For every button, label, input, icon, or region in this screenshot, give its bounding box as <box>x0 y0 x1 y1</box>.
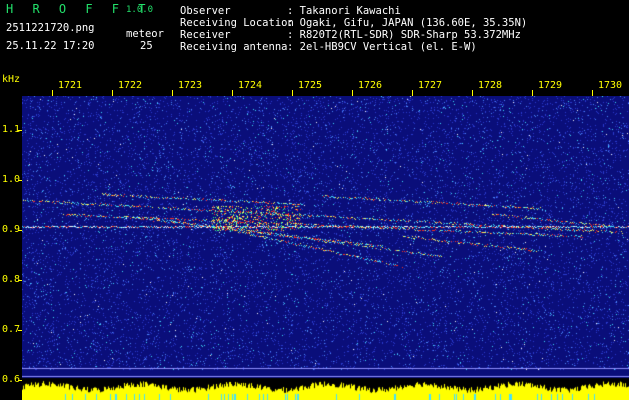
field-value-observer: : Takanori Kawachi <box>287 5 401 17</box>
time-tick-label: 1721 <box>58 80 83 91</box>
time-tick-label: 1726 <box>358 80 383 91</box>
field-label-location: Receiving Location <box>180 17 294 29</box>
axis-unit: kHz <box>2 74 21 85</box>
time-tick-label: 1723 <box>178 80 203 91</box>
time-tick-label: 1729 <box>538 80 563 91</box>
date-time: 25.11.22 17:20 <box>6 40 95 52</box>
meteor-count: 25 <box>140 40 153 52</box>
time-tick-label: 1725 <box>298 80 323 91</box>
spectrogram-canvas <box>22 96 629 400</box>
time-tick-label: 1730 <box>598 80 623 91</box>
time-axis: 1721 1722 1723 1724 1725 1726 1727 1728 … <box>22 72 629 96</box>
time-tick-label: 1728 <box>478 80 503 91</box>
field-label-observer: Observer <box>180 5 231 17</box>
meteor-label: meteor <box>126 28 164 40</box>
file-name: 2511221720.png <box>6 22 95 34</box>
time-tick-label: 1727 <box>418 80 443 91</box>
field-label-receiver: Receiver <box>180 29 231 41</box>
app-version: 1.0.0 <box>126 5 154 15</box>
field-label-antenna: Receiving antenna <box>180 41 288 53</box>
field-value-receiver: : R820T2(RTL-SDR) SDR-Sharp 53.372MHz <box>287 29 521 41</box>
field-value-antenna: : 2el-HB9CV Vertical (el. E-W) <box>287 41 477 53</box>
frequency-axis: kHz 1.1 1.0 0.9 0.8 0.7 0.6 <box>0 72 22 400</box>
time-tick-label: 1724 <box>238 80 263 91</box>
time-tick-label: 1722 <box>118 80 143 91</box>
header-panel: H R O F F T 1.0.0 2511221720.png meteor … <box>0 0 629 72</box>
field-value-location: : Ogaki, Gifu, JAPAN (136.60E, 35.35N) <box>287 17 528 29</box>
